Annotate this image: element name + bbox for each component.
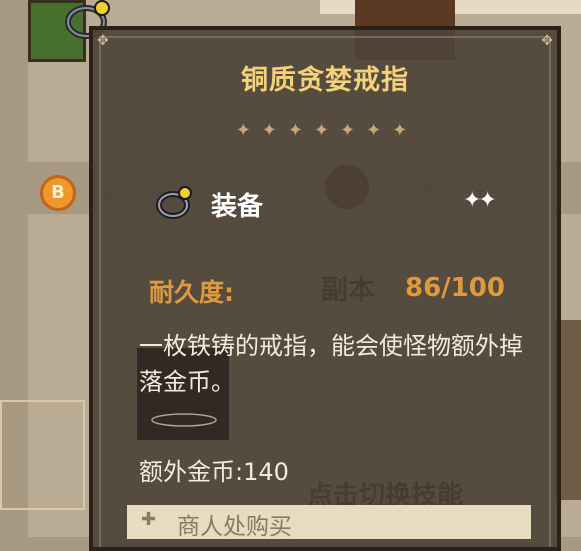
- background-dungeon-label: 副本: [321, 275, 375, 306]
- ring-icon: [156, 186, 192, 219]
- shadow-icon: [151, 413, 217, 427]
- durability-label: 耐久度:: [149, 278, 234, 307]
- durability-value: 86/100: [405, 273, 505, 303]
- sparkle-icon: ✦✦: [463, 188, 497, 213]
- item-tooltip-panel: ✥ ✥ 副本 点击切换技能 铜质贪婪戒指 ✦✦✦✦✦✦✦ 装备 ✦✦ 耐久度: …: [89, 26, 561, 551]
- item-name-title: 铜质贪婪戒指: [241, 65, 409, 96]
- source-bar: ✚ 商人处购买: [127, 505, 531, 540]
- background-frame: [0, 400, 85, 510]
- gold-coin-icon: B: [40, 175, 76, 211]
- item-description: 一枚铁铸的戒指，能会使怪物额外掉落金币。: [139, 332, 523, 396]
- title-divider: ✦✦✦✦✦✦✦: [235, 120, 419, 141]
- source-text: 商人处购买: [177, 514, 292, 540]
- equip-button[interactable]: 装备: [211, 186, 263, 223]
- corner-ornament-icon: ✥: [541, 33, 553, 49]
- gold-bonus-text: 额外金币:140: [139, 458, 289, 486]
- diamond-bullet-icon: ✚: [141, 509, 157, 530]
- corner-ornament-icon: ✥: [97, 33, 109, 49]
